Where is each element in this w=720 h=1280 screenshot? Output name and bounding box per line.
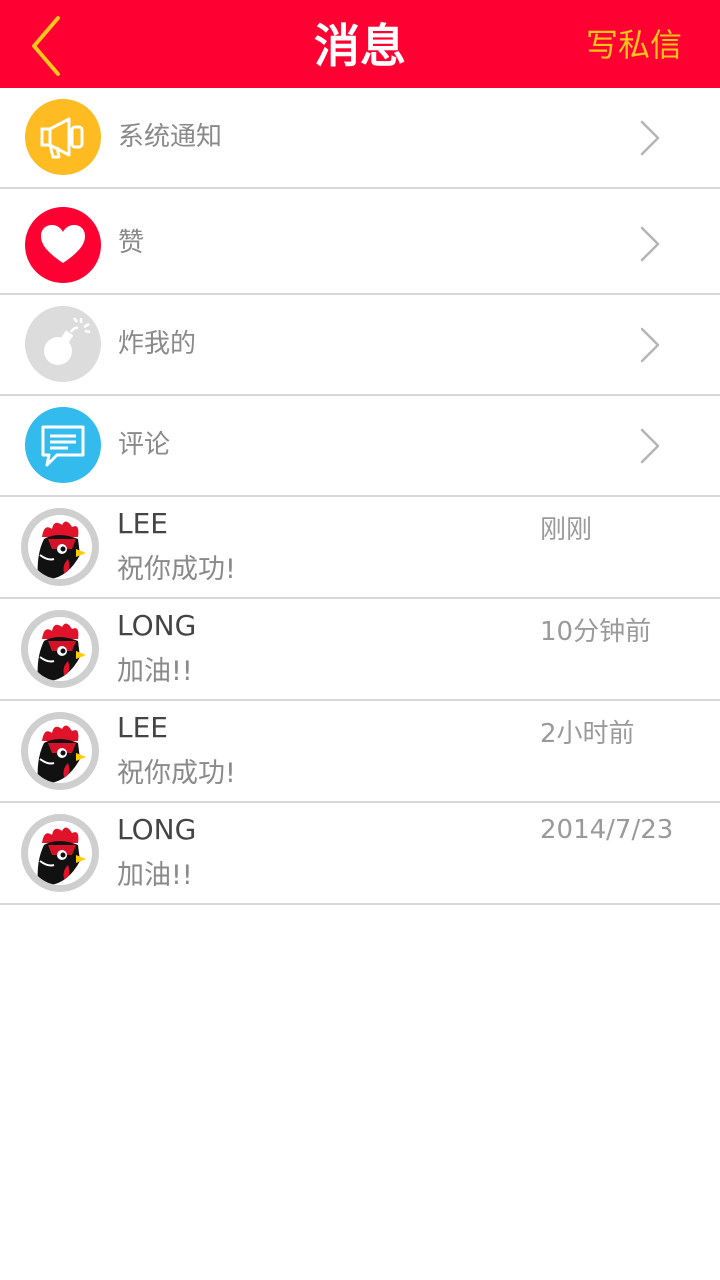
category-label: 炸我的 bbox=[118, 329, 197, 359]
message-item[interactable]: LONG 加油!! 10分钟前 bbox=[0, 599, 720, 701]
message-time: 2小时前 bbox=[540, 719, 635, 749]
back-button[interactable] bbox=[22, 10, 82, 80]
category-bombed-me[interactable]: 炸我的 bbox=[0, 295, 720, 396]
avatar bbox=[21, 814, 99, 892]
chevron-right-icon bbox=[640, 428, 660, 464]
message-item[interactable]: LONG 加油!! 2014/7/23 bbox=[0, 803, 720, 905]
chevron-right-icon bbox=[640, 120, 660, 156]
sender-name: LEE bbox=[117, 711, 168, 744]
avatar bbox=[21, 508, 99, 586]
comment-icon bbox=[25, 407, 101, 483]
message-preview: 祝你成功! bbox=[117, 554, 236, 585]
sender-name: LONG bbox=[117, 609, 197, 642]
top-bar: 消息 写私信 bbox=[0, 0, 720, 88]
message-time: 2014/7/23 bbox=[540, 815, 674, 845]
message-preview: 祝你成功! bbox=[117, 758, 236, 789]
category-label: 系统通知 bbox=[118, 122, 223, 152]
rooster-icon bbox=[37, 725, 86, 783]
bomb-icon bbox=[25, 306, 101, 382]
avatar bbox=[21, 712, 99, 790]
megaphone-icon bbox=[25, 99, 101, 175]
category-label: 赞 bbox=[118, 228, 145, 258]
sender-name: LONG bbox=[117, 813, 197, 846]
message-time: 刚刚 bbox=[540, 515, 593, 545]
message-preview: 加油!! bbox=[117, 656, 193, 687]
chevron-left-icon bbox=[32, 16, 60, 76]
write-message-button[interactable]: 写私信 bbox=[586, 0, 682, 88]
sender-name: LEE bbox=[117, 507, 168, 540]
chevron-right-icon bbox=[640, 327, 660, 363]
category-system-notice[interactable]: 系统通知 bbox=[0, 88, 720, 189]
category-comments[interactable]: 评论 bbox=[0, 396, 720, 497]
message-item[interactable]: LEE 祝你成功! 刚刚 bbox=[0, 497, 720, 599]
heart-icon bbox=[25, 207, 101, 283]
rooster-icon bbox=[37, 521, 86, 579]
chevron-right-icon bbox=[640, 226, 660, 262]
rooster-icon bbox=[37, 623, 86, 681]
rooster-icon bbox=[37, 827, 86, 885]
category-label: 评论 bbox=[118, 430, 171, 460]
category-likes[interactable]: 赞 bbox=[0, 189, 720, 295]
message-preview: 加油!! bbox=[117, 860, 193, 891]
avatar bbox=[21, 610, 99, 688]
message-time: 10分钟前 bbox=[540, 617, 652, 647]
message-item[interactable]: LEE 祝你成功! 2小时前 bbox=[0, 701, 720, 803]
